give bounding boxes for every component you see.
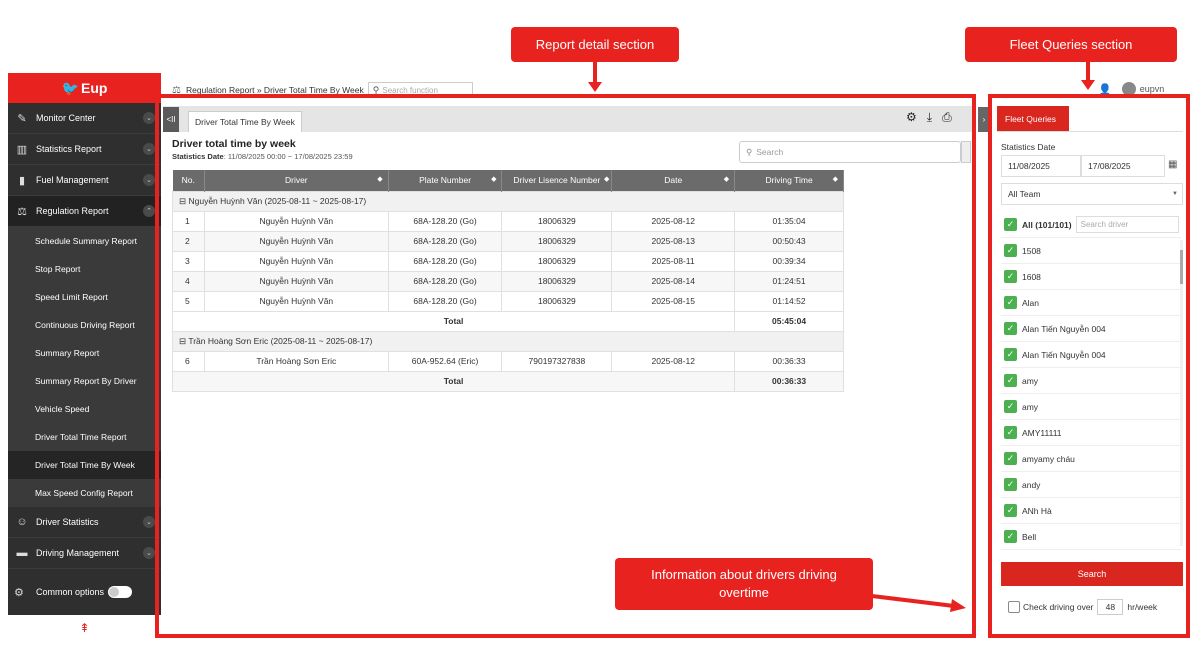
chart-icon: ▥	[16, 143, 28, 156]
sidebar-subitem[interactable]: Max Speed Config Report	[8, 479, 161, 507]
common-options-toggle[interactable]	[108, 586, 133, 598]
sidebar-subitem[interactable]: Continuous Driving Report	[8, 311, 161, 339]
overtime-callout: Information about drivers driving overti…	[615, 558, 873, 610]
arrow-down-icon	[588, 82, 602, 92]
bird-logo-icon: 🐦	[61, 79, 79, 96]
report-detail-callout: Report detail section	[511, 27, 679, 62]
fuel-icon: ▮	[18, 174, 26, 187]
sidebar-subitem[interactable]: Vehicle Speed	[8, 395, 161, 423]
sidebar-subitem[interactable]: Schedule Summary Report	[8, 227, 161, 255]
collapse-sidebar-icon[interactable]: ⇞	[8, 615, 161, 641]
fleet-queries-callout: Fleet Queries section	[965, 27, 1177, 62]
arrow-head	[950, 599, 966, 612]
sidebar-subitem[interactable]: Stop Report	[8, 255, 161, 283]
chevron-up-icon: ⌃	[143, 205, 155, 217]
driver-stats-icon: ☺	[16, 516, 28, 528]
sidebar-item-driving-management[interactable]: ▬ Driving Management ⌄	[8, 538, 161, 569]
report-detail-frame	[155, 94, 976, 638]
chevron-down-icon: ⌄	[143, 547, 155, 559]
gear-icon: ⚙	[14, 586, 24, 599]
sidebar-subitem-active[interactable]: Driver Total Time By Week	[8, 451, 161, 479]
sidebar-subitem[interactable]: Summary Report By Driver	[8, 367, 161, 395]
monitor-icon: ✎	[17, 112, 27, 125]
sidebar: 🐦 Eup ✎ Monitor Center ⌄ ▥ Statistics Report…	[8, 73, 161, 641]
common-options: ⚙ Common options	[8, 575, 161, 609]
sidebar-item-monitor-center[interactable]: ✎ Monitor Center ⌄	[8, 103, 161, 134]
chevron-down-icon: ⌄	[143, 516, 155, 528]
arrow-down-icon	[1081, 80, 1095, 90]
sidebar-subitem[interactable]: Driver Total Time Report	[8, 423, 161, 451]
sidebar-subitem[interactable]: Speed Limit Report	[8, 283, 161, 311]
brand-logo[interactable]: 🐦 Eup	[8, 73, 161, 103]
driving-mgmt-icon: ▬	[16, 547, 28, 559]
sidebar-item-fuel-management[interactable]: ▮ Fuel Management ⌄	[8, 165, 161, 196]
fleet-queries-frame	[988, 94, 1190, 638]
arrow-shaft	[1086, 62, 1090, 82]
chevron-down-icon: ⌄	[143, 143, 155, 155]
gavel-icon: ⚖	[17, 205, 27, 218]
arrow-shaft	[593, 62, 597, 84]
sidebar-item-driver-statistics[interactable]: ☺ Driver Statistics ⌄	[8, 507, 161, 538]
chevron-down-icon: ⌄	[143, 112, 155, 124]
sidebar-subitem[interactable]: Summary Report	[8, 339, 161, 367]
chevron-down-icon: ⌄	[143, 174, 155, 186]
sidebar-item-statistics-report[interactable]: ▥ Statistics Report ⌄	[8, 134, 161, 165]
sidebar-item-regulation-report[interactable]: ⚖ Regulation Report ⌃	[8, 196, 161, 227]
arrow-line	[871, 594, 955, 608]
arrow-right-icon	[871, 594, 966, 612]
